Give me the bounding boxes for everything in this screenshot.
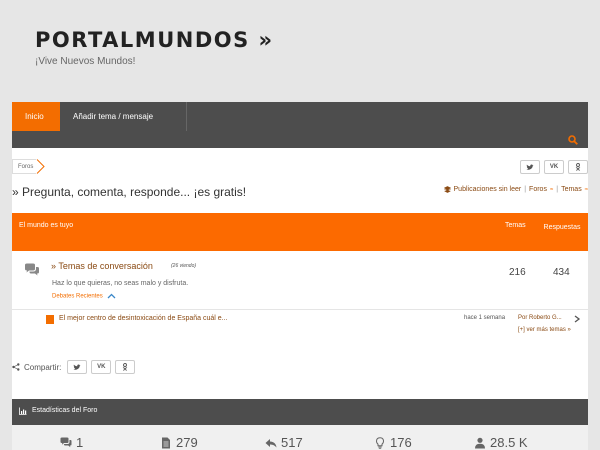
- comments-icon: [60, 437, 72, 447]
- stat-item: 517: [265, 435, 303, 450]
- main-navbar: Inicio Añadir tema / mensaje: [12, 102, 588, 148]
- rss-icon[interactable]: ≈: [550, 187, 553, 193]
- recent-topic-time: hace 1 semana: [464, 315, 506, 321]
- topics-feed-link[interactable]: Temas: [561, 186, 582, 193]
- stat-value: 176: [390, 435, 412, 450]
- share-label: Compartir:: [24, 362, 62, 372]
- twitter-share-button[interactable]: [520, 160, 540, 174]
- user-icon: [475, 437, 485, 448]
- more-topics-link[interactable]: [+] ver más temas »: [518, 327, 571, 333]
- subforum-viewers: (26 viendo): [171, 263, 197, 269]
- comments-icon: [25, 263, 39, 276]
- subforum-reply-count: 434: [553, 267, 570, 278]
- category-header: El mundo es tuyo Temas Respuestas: [12, 213, 588, 251]
- vk-share-button[interactable]: VK: [544, 160, 564, 174]
- document-icon: [46, 315, 54, 324]
- stats-row: 1 279 517 176 28.5 K: [12, 425, 588, 450]
- stat-value: 517: [281, 435, 303, 450]
- twitter-icon: [73, 364, 81, 370]
- share-bottom: Compartir: VK: [12, 360, 139, 374]
- stats-header: Estadísticas del Foro: [12, 399, 588, 425]
- nav-item-add-topic[interactable]: Añadir tema / mensaje: [60, 102, 187, 131]
- share-top: VK: [520, 160, 588, 174]
- twitter-icon: [526, 164, 534, 170]
- site-header: PORTALMUNDOS » ¡Vive Nuevos Mundos!: [0, 0, 600, 100]
- site-title[interactable]: PORTALMUNDOS »: [35, 28, 274, 52]
- lightbulb-icon: [375, 436, 385, 449]
- stat-value: 28.5 K: [490, 435, 528, 450]
- bar-chart-icon: [19, 407, 27, 415]
- breadcrumb-arrow-icon: [36, 158, 46, 174]
- vk-icon: VK: [549, 164, 559, 170]
- forum-title: » Pregunta, comenta, responde... ¡es gra…: [12, 185, 247, 199]
- stats-title: Estadísticas del Foro: [32, 407, 98, 414]
- stat-item: 28.5 K: [474, 435, 528, 450]
- document-icon: [162, 437, 170, 448]
- vk-share-button[interactable]: VK: [91, 360, 112, 374]
- vk-icon: VK: [97, 364, 106, 370]
- column-replies-label: Respuestas: [543, 224, 581, 231]
- rss-icon[interactable]: ≈: [585, 187, 588, 193]
- forum-links: Publicaciones sin leer | Foros ≈ | Temas…: [443, 186, 588, 193]
- recent-topic-link[interactable]: El mejor centro de desintoxicación de Es…: [59, 315, 228, 322]
- twitter-share-button[interactable]: [67, 360, 88, 374]
- unread-posts-link[interactable]: Publicaciones sin leer: [454, 186, 522, 193]
- odnoklassniki-icon: [123, 363, 128, 371]
- category-title[interactable]: El mundo es tuyo: [19, 222, 73, 229]
- recent-topic-item: El mejor centro de desintoxicación de Es…: [12, 309, 588, 337]
- odnoklassniki-share-button[interactable]: [568, 160, 588, 174]
- forums-feed-link[interactable]: Foros: [529, 186, 547, 193]
- recent-debates-toggle[interactable]: Debates Recientes: [52, 293, 116, 300]
- subforum-description: Haz lo que quieras, no seas malo y disfr…: [52, 280, 189, 287]
- breadcrumb: Foros: [12, 158, 46, 174]
- stat-item: 279: [160, 435, 198, 450]
- nav-item-inicio[interactable]: Inicio: [12, 102, 60, 131]
- recent-topic-author[interactable]: Por Roberto G...: [518, 315, 562, 321]
- search-icon[interactable]: [568, 135, 578, 145]
- stat-item: 176: [374, 435, 412, 450]
- stat-item: 1: [60, 435, 83, 450]
- stat-value: 279: [176, 435, 198, 450]
- odnoklassniki-share-button[interactable]: [115, 360, 136, 374]
- share-icon: [12, 363, 20, 371]
- breadcrumb-item-foros[interactable]: Foros: [12, 158, 37, 174]
- subforum-link[interactable]: » Temas de conversación: [51, 261, 153, 271]
- stat-value: 1: [76, 435, 84, 450]
- column-topics-label: Temas: [505, 222, 526, 229]
- site-tagline: ¡Vive Nuevos Mundos!: [35, 56, 136, 67]
- arrow-right-icon[interactable]: [574, 315, 581, 323]
- chevron-up-icon: [107, 293, 116, 299]
- odnoklassniki-icon: [575, 163, 581, 171]
- main-content: Foros VK » Pregunta, comenta, responde..…: [12, 148, 588, 450]
- separator: |: [556, 186, 559, 193]
- layers-icon: [443, 186, 451, 193]
- recent-debates-label: Debates Recientes: [52, 293, 103, 300]
- page: PORTALMUNDOS » ¡Vive Nuevos Mundos! Inic…: [0, 0, 600, 450]
- separator: |: [524, 186, 527, 193]
- subforum-topic-count: 216: [509, 267, 526, 278]
- reply-icon: [265, 438, 277, 447]
